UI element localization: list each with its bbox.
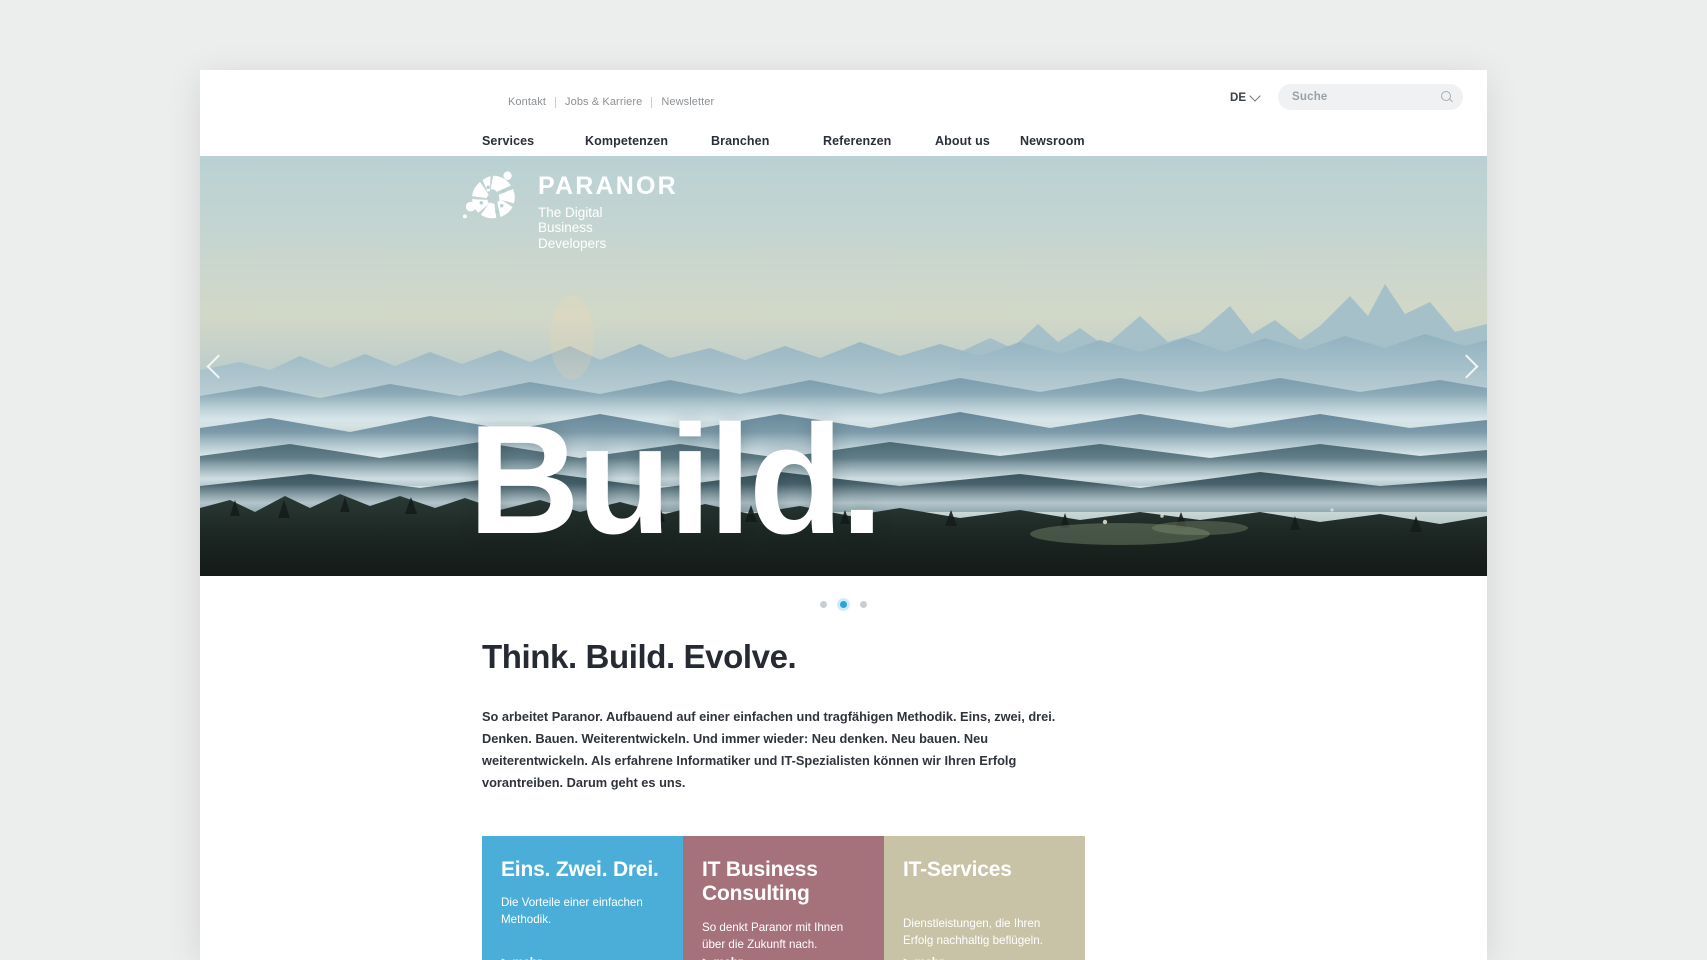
main-content: Think. Build. Evolve. So arbeitet Parano… (200, 632, 1487, 960)
hero-carousel: PARANOR The Digital Business Developers … (200, 156, 1487, 576)
nav-item-services[interactable]: Services (482, 134, 534, 148)
nav-slot: Referenzen (823, 132, 935, 150)
search-box[interactable]: Suche (1278, 84, 1463, 110)
logo-text-block: PARANOR The Digital Business Developers (538, 166, 678, 251)
teaser-card-list: Eins. Zwei. Drei. Die Vorteile einer ein… (482, 836, 1086, 960)
card-more-label: mehr (512, 955, 541, 960)
main-navigation: Services Kompetenzen Branchen Referenzen… (200, 132, 1487, 156)
card-more-link[interactable]: > mehr (501, 955, 542, 960)
carousel-pagination (200, 576, 1487, 632)
utility-separator (651, 96, 653, 108)
website-sheet: Kontakt Jobs & Karriere Newsletter DE Su… (200, 70, 1487, 960)
carousel-dot-2[interactable] (840, 600, 847, 608)
search-icon (1441, 91, 1453, 103)
utility-link-kontakt[interactable]: Kontakt (508, 96, 546, 108)
nav-item-branchen[interactable]: Branchen (711, 134, 769, 148)
utility-bar: Kontakt Jobs & Karriere Newsletter DE Su… (200, 70, 1487, 132)
paranor-logo-icon (462, 171, 515, 219)
utility-links: Kontakt Jobs & Karriere Newsletter (508, 96, 714, 108)
search-input[interactable]: Suche (1292, 91, 1328, 103)
card-more-link[interactable]: > mehr (903, 955, 944, 960)
carousel-dot-3[interactable] (860, 600, 867, 608)
nav-slot: Newsroom (1020, 132, 1123, 150)
chevron-right-icon: > (903, 956, 909, 960)
logo-tagline-line-3: Developers (538, 235, 607, 251)
chevron-down-icon (1249, 90, 1261, 102)
card-text: Dienstleistungen, die Ihren Erfolg nachh… (903, 917, 1043, 948)
nav-item-kompetenzen[interactable]: Kompetenzen (585, 134, 668, 148)
teaser-card-it-services[interactable]: IT-Services Dienstleistungen, die Ihren … (884, 836, 1085, 960)
card-title: IT-Services (903, 858, 1012, 881)
carousel-dot-1[interactable] (820, 600, 827, 608)
nav-slot: About us (935, 132, 1020, 150)
card-more-link[interactable]: > mehr (702, 955, 743, 960)
nav-slot: Branchen (711, 132, 823, 150)
language-label: DE (1230, 92, 1246, 104)
nav-item-referenzen[interactable]: Referenzen (823, 134, 891, 148)
carousel-prev-arrow-icon[interactable] (206, 352, 231, 386)
page-title: Think. Build. Evolve. (482, 638, 797, 675)
nav-item-about-us[interactable]: About us (935, 134, 990, 148)
chevron-right-icon: > (501, 956, 507, 960)
card-text: So denkt Paranor mit Ihnen über die Zuku… (702, 920, 844, 951)
hero-headline: Build. (468, 392, 883, 566)
chevron-right-icon: > (702, 956, 708, 960)
intro-paragraph: So arbeitet Paranor. Aufbauend auf einer… (482, 709, 1056, 790)
logo-tagline: The Digital Business Developers (538, 205, 678, 251)
card-title: Eins. Zwei. Drei. (501, 858, 659, 881)
site-logo[interactable]: PARANOR The Digital Business Developers (462, 166, 678, 251)
card-more-label: mehr (914, 955, 943, 960)
nav-slot: Services (482, 132, 585, 150)
utility-separator (555, 96, 557, 108)
card-title: IT Business Consulting (702, 858, 818, 906)
logo-tagline-line-1: The Digital (538, 205, 603, 220)
utility-link-newsletter[interactable]: Newsletter (661, 96, 714, 108)
page-root: Kontakt Jobs & Karriere Newsletter DE Su… (0, 0, 1707, 960)
teaser-card-it-business-consulting[interactable]: IT Business Consulting So denkt Paranor … (683, 836, 884, 960)
teaser-card-eins-zwei-drei[interactable]: Eins. Zwei. Drei. Die Vorteile einer ein… (482, 836, 683, 960)
logo-brand-name: PARANOR (538, 172, 678, 200)
utility-link-jobs[interactable]: Jobs & Karriere (565, 96, 642, 108)
card-more-label: mehr (713, 955, 742, 960)
nav-slot: Kompetenzen (585, 132, 711, 150)
carousel-next-arrow-icon[interactable] (1454, 352, 1479, 386)
nav-item-newsroom[interactable]: Newsroom (1020, 134, 1085, 148)
logo-tagline-line-2: Business (538, 220, 593, 236)
language-selector[interactable]: DE (1230, 90, 1261, 104)
card-text: Die Vorteile einer einfachen Methodik. (501, 896, 643, 927)
